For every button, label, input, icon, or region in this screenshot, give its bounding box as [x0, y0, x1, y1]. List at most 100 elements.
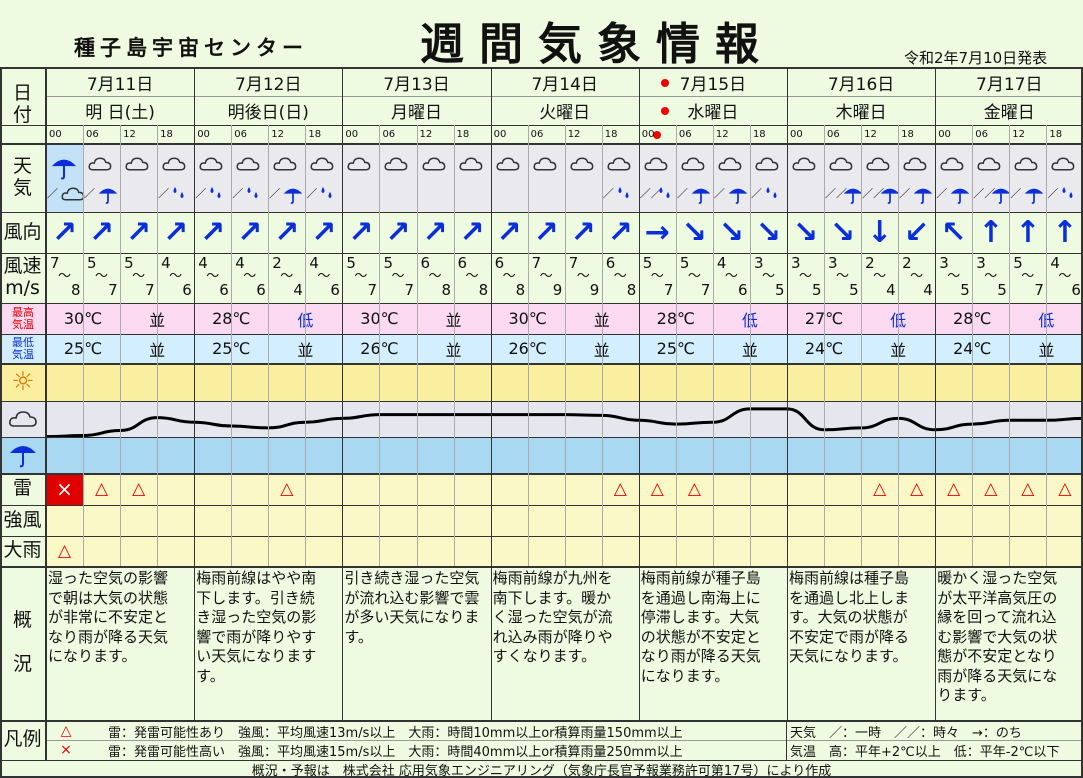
wind-speed-tilde: ～	[58, 269, 72, 284]
grid-vline-slot	[416, 125, 418, 566]
umbrella-icon	[949, 185, 971, 209]
weather-cell: ／	[935, 143, 972, 212]
hour-label: 18	[456, 129, 470, 140]
grid-vline-day	[490, 67, 492, 720]
row-label-legend: 凡例	[0, 720, 46, 760]
row-label-weather: 天 気	[0, 143, 46, 212]
grid-vline-slot	[564, 125, 566, 566]
thunder-warning: △	[1058, 479, 1072, 499]
wind-speed-tilde: ～	[947, 269, 961, 284]
weather-modifier: ／	[84, 187, 96, 200]
cloud-icon	[717, 155, 743, 177]
wind-speed-max: 6	[1071, 281, 1081, 299]
hour-label: 00	[790, 129, 803, 140]
wind-speed-max: 7	[404, 281, 415, 299]
row-label-date: 日 付	[0, 67, 46, 143]
rain-drops-icon	[245, 185, 261, 205]
hour-label: 12	[1012, 129, 1026, 140]
wind-direction-arrow: ↙	[904, 214, 930, 250]
hour-label: 00	[493, 129, 507, 140]
cloud-icon	[976, 155, 1002, 177]
weather-cell	[787, 143, 824, 212]
cloud-icon	[383, 155, 409, 177]
hour-label: 18	[901, 129, 914, 140]
grid-vline-slot	[824, 125, 826, 566]
hour-label: 06	[234, 129, 247, 140]
issued-date: 令和2年7月10日発表	[904, 49, 1048, 67]
weather-cell: ／	[898, 143, 935, 212]
wind-direction-arrow: ↗	[422, 214, 448, 250]
hour-label: 06	[827, 129, 840, 140]
grid-vline-day	[787, 67, 788, 720]
wind-speed-max: 6	[219, 281, 229, 299]
summary-text: 暖かく湿った空気 が太平洋高気圧の 縁を回って流れ込 む影響で大気の状 態が不安…	[937, 569, 1058, 704]
grid-vline-slot	[231, 125, 233, 566]
cloud-icon	[198, 155, 224, 177]
weather-modifier: ／	[232, 187, 244, 200]
thunder-warning: △	[687, 479, 701, 499]
hour-label: 18	[1049, 129, 1063, 140]
wind-speed-max: 7	[108, 281, 118, 299]
weather-cell: ／	[676, 143, 713, 212]
wind-speed-tilde: ～	[984, 269, 998, 284]
row-label-wind-speed: 風速 m/s	[0, 253, 46, 303]
weather-cell: ／	[1009, 143, 1046, 212]
row-label-wind-direction: 風向	[0, 212, 46, 253]
wind-speed-tilde: ～	[1021, 269, 1035, 284]
grid-vline-slot	[379, 125, 381, 566]
wind-direction-arrow: ↗	[51, 214, 78, 250]
wind-direction-arrow: ↘	[755, 214, 782, 250]
date-label: 7月16日	[827, 74, 895, 95]
wind-speed-max: 5	[960, 281, 970, 299]
hour-label: 00	[345, 129, 359, 140]
weather-cell: ／	[713, 143, 750, 212]
row-label-min-temp: 最低 気温	[0, 334, 46, 363]
thunder-warning: △	[95, 479, 109, 499]
grid-vline-slot	[972, 125, 974, 566]
weather-cell	[454, 143, 491, 212]
weather-modifier: ／	[306, 187, 318, 200]
umbrella-icon	[727, 185, 749, 209]
hour-label: 00	[49, 129, 62, 140]
cloud-icon	[458, 155, 484, 177]
footer-credit: 概況・予報は 株式会社 応用気象エンジニアリング（気象庁長官予報業務許可第17号…	[251, 763, 832, 778]
row-label-strong-wind: 強風	[0, 505, 46, 536]
grid-vline-slot	[1009, 125, 1011, 566]
row-label-summary: 概 況	[0, 566, 46, 720]
grid-hline	[0, 143, 1083, 145]
wind-speed-tilde: ～	[761, 269, 775, 284]
wind-direction-arrow: ↗	[348, 214, 374, 250]
weather-cell: ／／	[972, 143, 1011, 212]
cloud-icon	[532, 155, 558, 177]
date-label: 7月12日	[235, 74, 302, 95]
hour-label: 06	[86, 129, 99, 140]
weather-cell: ／	[305, 143, 342, 212]
grid-hline	[0, 437, 1083, 438]
weather-cell	[417, 143, 454, 212]
grid-hline	[0, 125, 1083, 126]
grid-vline-day	[194, 67, 196, 720]
wind-direction-arrow: ↗	[237, 214, 263, 250]
thunder-warning: △	[650, 479, 664, 499]
weather-modifier: ／	[750, 187, 762, 200]
wind-speed-max: 9	[552, 281, 563, 299]
cloud-icon	[309, 155, 335, 177]
date-label: 7月13日	[383, 74, 450, 95]
wind-direction-arrow: ↗	[459, 214, 485, 250]
wind-speed-max: 7	[1034, 281, 1044, 299]
wind-direction-arrow: ↖	[941, 214, 967, 250]
weather-cell	[528, 143, 565, 212]
grid-vline-slot	[601, 125, 603, 566]
wind-speed-tilde: ～	[873, 269, 887, 284]
hour-label: 06	[382, 129, 396, 140]
legend-divider	[786, 720, 787, 760]
grid-hline	[0, 505, 1083, 506]
wind-speed-max: 7	[145, 281, 155, 299]
wind-speed-max: 9	[589, 281, 600, 299]
wind-speed-max: 5	[849, 281, 859, 299]
wind-speed-max: 8	[478, 281, 489, 299]
weather-modifier: ／	[158, 187, 170, 200]
summary-text: 梅雨前線は種子島 を通過し北上しま す。大気の状態が 不安定で雨が降る 天気にな…	[789, 569, 910, 665]
wind-speed-tilde: ～	[428, 269, 442, 284]
wind-direction-arrow: ↗	[607, 214, 633, 250]
